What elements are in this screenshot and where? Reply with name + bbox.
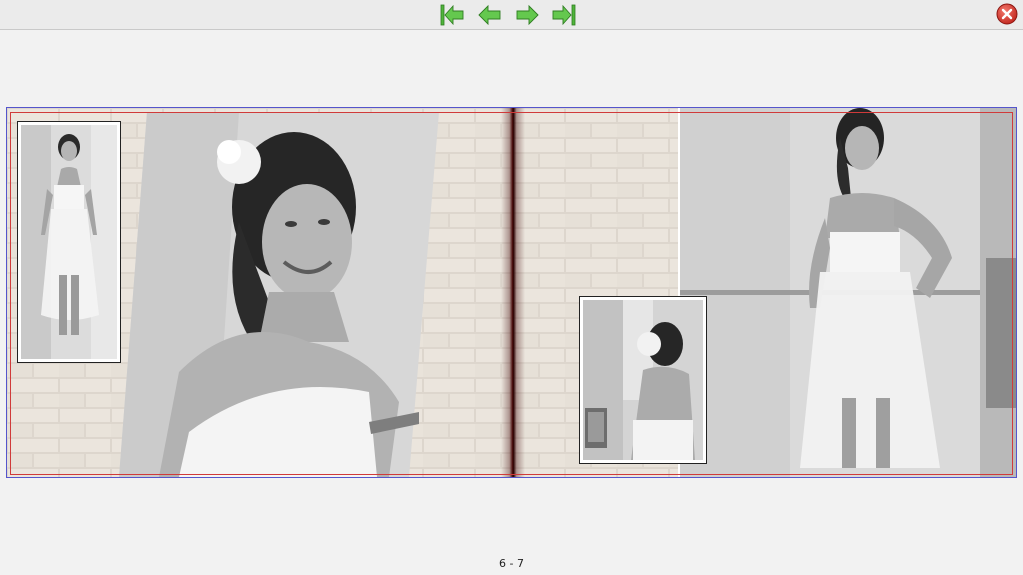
last-page-icon: [552, 4, 576, 26]
next-page-button[interactable]: [514, 2, 540, 28]
first-page-button[interactable]: [439, 2, 465, 28]
large-portrait-photo[interactable]: [119, 112, 439, 477]
album-spread: [6, 107, 1017, 478]
close-icon: [996, 3, 1018, 25]
photo-woman-hand-on-hip: [680, 108, 1016, 477]
first-page-icon: [440, 4, 464, 26]
previous-page-button[interactable]: [477, 2, 503, 28]
left-page[interactable]: [7, 108, 511, 477]
back-view-photo[interactable]: [579, 296, 707, 464]
photo-woman-standing: [21, 125, 117, 359]
close-button[interactable]: [996, 3, 1018, 25]
book-gutter: [501, 108, 525, 477]
photo-woman-smiling-closeup: [119, 112, 439, 477]
arrow-right-icon: [516, 4, 539, 26]
last-page-button[interactable]: [551, 2, 577, 28]
photo-woman-back-view: [583, 300, 703, 460]
arrow-left-icon: [478, 4, 501, 26]
right-page[interactable]: [513, 108, 1016, 477]
page-indicator: 6 - 7: [499, 557, 524, 570]
toolbar: [0, 0, 1023, 30]
full-length-pose-photo[interactable]: [678, 108, 1016, 477]
small-full-length-photo[interactable]: [17, 121, 121, 363]
